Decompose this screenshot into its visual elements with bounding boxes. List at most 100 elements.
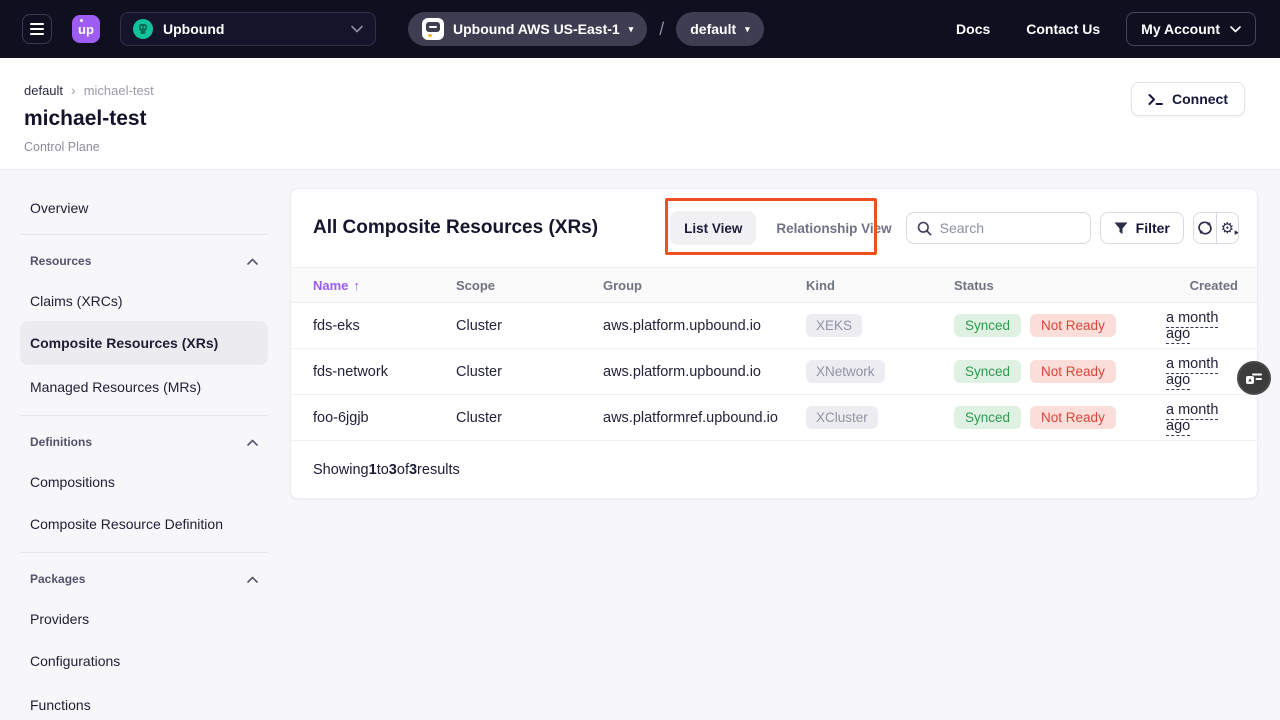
status-badge-not-ready: Not Ready xyxy=(1030,406,1116,429)
relationship-view-tab[interactable]: Relationship View xyxy=(762,211,905,245)
cell-name: fds-eks xyxy=(313,318,456,334)
sidebar-section-resources[interactable]: Resources xyxy=(20,241,268,281)
kind-badge: XCluster xyxy=(806,406,878,429)
cell-created: a month ago xyxy=(1166,310,1238,342)
cell-group: aws.platformref.upbound.io xyxy=(603,410,806,426)
table-row[interactable]: foo-6jgjb Cluster aws.platformref.upboun… xyxy=(291,395,1257,441)
group-switcher[interactable]: default ▾ xyxy=(676,12,763,46)
card-header: All Composite Resources (XRs) List View … xyxy=(291,189,1257,267)
chevron-down-icon xyxy=(1230,26,1241,33)
table-actions: ⚙▸ xyxy=(1193,212,1239,244)
topbar: up Upbound Upbound AWS US-East-1 ▾ / def… xyxy=(0,0,1280,58)
gear-play-icon: ⚙▸ xyxy=(1221,221,1234,236)
created-tooltip-trigger[interactable]: a month ago xyxy=(1166,310,1218,344)
sidebar-divider xyxy=(20,415,268,416)
status-badge-synced: Synced xyxy=(954,406,1021,429)
sidebar-item-compositions[interactable]: Compositions xyxy=(20,462,268,502)
sidebar-item-composite-resource-definition[interactable]: Composite Resource Definition xyxy=(20,502,268,546)
column-header-group: Group xyxy=(603,278,806,293)
page: up Upbound Upbound AWS US-East-1 ▾ / def… xyxy=(0,0,1280,720)
sidebar-item-managed-resources-mrs[interactable]: Managed Resources (MRs) xyxy=(20,365,268,409)
contact-us-link[interactable]: Contact Us xyxy=(1026,21,1100,37)
filter-label: Filter xyxy=(1136,220,1170,236)
filter-button[interactable]: Filter xyxy=(1100,212,1184,244)
column-header-created: Created xyxy=(1190,278,1238,293)
chevron-up-icon xyxy=(247,576,258,583)
status-badge-synced: Synced xyxy=(954,314,1021,337)
control-plane-switcher[interactable]: Upbound AWS US-East-1 ▾ xyxy=(408,12,647,46)
breadcrumb: default › michael-test xyxy=(24,82,1256,98)
cell-status: Synced Not Ready xyxy=(954,360,1166,383)
breadcrumb-parent[interactable]: default xyxy=(24,83,63,98)
cell-scope: Cluster xyxy=(456,364,603,380)
cell-name: foo-6jgjb xyxy=(313,410,456,426)
sidebar-divider xyxy=(20,552,268,553)
logo-dot xyxy=(80,19,83,22)
org-avatar-icon xyxy=(133,19,153,39)
control-plane-label: Upbound AWS US-East-1 xyxy=(453,21,620,37)
docs-link[interactable]: Docs xyxy=(956,21,990,37)
menu-button[interactable] xyxy=(22,14,52,44)
chevron-down-icon xyxy=(351,25,363,33)
cell-kind: XCluster xyxy=(806,406,954,429)
connect-label: Connect xyxy=(1172,91,1228,107)
chevron-up-icon xyxy=(247,439,258,446)
topbar-right: Docs Contact Us My Account xyxy=(956,12,1256,46)
refresh-button[interactable] xyxy=(1194,213,1216,243)
search-box xyxy=(906,212,1091,244)
breadcrumb-current: michael-test xyxy=(84,83,154,98)
table-row[interactable]: fds-eks Cluster aws.platform.upbound.io … xyxy=(291,303,1257,349)
caret-down-icon: ▾ xyxy=(629,25,634,34)
list-view-tab[interactable]: List View xyxy=(670,211,756,245)
page-header: default › michael-test michael-test Cont… xyxy=(0,58,1280,170)
view-toggle: List View Relationship View xyxy=(670,211,906,245)
search-icon xyxy=(917,221,932,236)
sidebar-divider xyxy=(20,234,268,235)
sidebar-item-providers[interactable]: Providers xyxy=(20,599,268,639)
form-list-icon xyxy=(1246,372,1263,385)
caret-down-icon: ▾ xyxy=(745,25,750,34)
upbound-logo[interactable]: up xyxy=(72,15,100,43)
auto-refresh-settings-button[interactable]: ⚙▸ xyxy=(1216,213,1238,243)
refresh-icon xyxy=(1197,221,1213,235)
sort-asc-icon: ↑ xyxy=(353,278,360,293)
sidebar-item-configurations[interactable]: Configurations xyxy=(20,639,268,683)
column-header-name[interactable]: Name ↑ xyxy=(313,278,456,293)
table-row[interactable]: fds-network Cluster aws.platform.upbound… xyxy=(291,349,1257,395)
section-header-label: Definitions xyxy=(30,435,92,449)
my-account-label: My Account xyxy=(1141,21,1220,37)
cell-status: Synced Not Ready xyxy=(954,314,1166,337)
terminal-icon xyxy=(1148,93,1163,106)
page-title: michael-test xyxy=(24,107,1256,131)
sidebar-item-functions[interactable]: Functions xyxy=(20,683,268,720)
section-header-label: Packages xyxy=(30,572,85,586)
created-tooltip-trigger[interactable]: a month ago xyxy=(1166,356,1218,390)
cell-scope: Cluster xyxy=(456,318,603,334)
sidebar-item-composite-resources-xrs[interactable]: Composite Resources (XRs) xyxy=(20,321,268,365)
kind-badge: XNetwork xyxy=(806,360,885,383)
sidebar-section-definitions[interactable]: Definitions xyxy=(20,422,268,462)
status-badge-not-ready: Not Ready xyxy=(1030,360,1116,383)
cell-group: aws.platform.upbound.io xyxy=(603,364,806,380)
cell-name: fds-network xyxy=(313,364,456,380)
control-plane-icon xyxy=(422,18,444,40)
connect-button[interactable]: Connect xyxy=(1131,82,1245,116)
created-tooltip-trigger[interactable]: a month ago xyxy=(1166,402,1218,436)
sidebar-item-claims-xrcs[interactable]: Claims (XRCs) xyxy=(20,281,268,321)
my-account-button[interactable]: My Account xyxy=(1126,12,1256,46)
breadcrumb-chevron-icon: › xyxy=(71,82,76,98)
sidebar-section-packages[interactable]: Packages xyxy=(20,559,268,599)
kind-badge: XEKS xyxy=(806,314,862,337)
column-header-kind: Kind xyxy=(806,278,954,293)
chevron-up-icon xyxy=(247,258,258,265)
page-subtitle: Control Plane xyxy=(24,140,1256,154)
composite-resources-card: All Composite Resources (XRs) List View … xyxy=(290,188,1258,499)
floating-widget-button[interactable] xyxy=(1237,361,1271,395)
column-header-scope: Scope xyxy=(456,278,603,293)
status-badge-synced: Synced xyxy=(954,360,1021,383)
org-switcher[interactable]: Upbound xyxy=(120,12,376,46)
section-header-label: Resources xyxy=(30,254,91,268)
cell-created: a month ago xyxy=(1166,356,1238,388)
sidebar-item-overview[interactable]: Overview xyxy=(20,188,268,228)
search-input[interactable] xyxy=(940,220,1080,236)
